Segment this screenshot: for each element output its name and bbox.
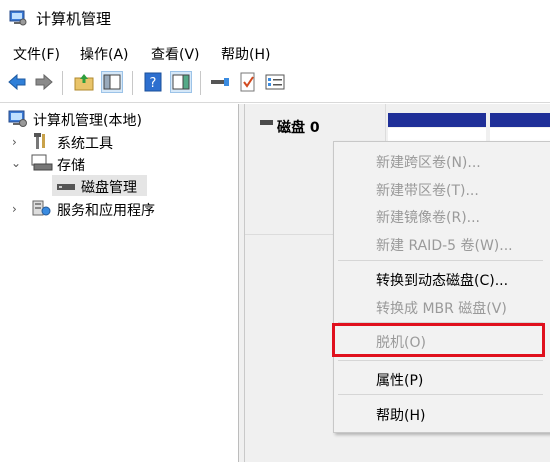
toolbar-separator [132, 71, 133, 95]
menu-item-convert-to-dynamic[interactable]: 转换到动态磁盘(C)... [376, 270, 508, 290]
menu-item-new-mirrored-volume: 新建镜像卷(R)... [376, 210, 481, 226]
connect-icon[interactable] [209, 71, 231, 93]
tree-item-system-tools[interactable]: 系统工具 [57, 133, 113, 153]
action-pane-icon[interactable] [170, 71, 192, 93]
disk-management-icon [56, 180, 76, 190]
menu-separator [338, 260, 543, 261]
tree-item-disk-management[interactable]: 磁盘管理 [81, 177, 137, 197]
highlight-box [332, 323, 545, 357]
chevron-down-icon[interactable]: ⌄ [11, 156, 21, 170]
menu-view[interactable]: 查看(V) [151, 44, 200, 64]
tree-item-services-applications[interactable]: 服务和应用程序 [57, 200, 155, 220]
disk-icon [260, 120, 273, 125]
tree-root-label[interactable]: 计算机管理(本地) [33, 110, 142, 130]
toolbar-separator [200, 71, 201, 95]
menu-separator [338, 394, 543, 395]
volume-header [490, 113, 550, 127]
back-arrow-icon[interactable] [6, 71, 28, 93]
up-folder-icon[interactable] [73, 71, 95, 93]
menu-item-new-raid5-volume: 新建 RAID-5 卷(W)... [376, 238, 513, 254]
computer-management-icon [8, 110, 28, 128]
menu-item-new-striped-volume: 新建带区卷(T)... [376, 183, 479, 199]
system-tools-icon [32, 132, 50, 150]
menu-item-properties[interactable]: 属性(P) [376, 370, 423, 390]
computer-management-icon [9, 10, 27, 26]
chevron-right-icon[interactable]: › [12, 202, 17, 216]
menu-help[interactable]: 帮助(H) [221, 44, 270, 64]
svg-text:?: ? [150, 76, 157, 91]
properties-icon[interactable] [264, 71, 286, 93]
checklist-icon[interactable] [237, 71, 259, 93]
menu-item-new-spanned-volume: 新建跨区卷(N)... [376, 155, 481, 171]
menu-file[interactable]: 文件(F) [13, 44, 60, 64]
menu-item-convert-to-mbr: 转换成 MBR 磁盘(V) [376, 301, 507, 317]
toolbar-separator [62, 71, 63, 95]
window-title: 计算机管理 [36, 10, 112, 28]
chevron-right-icon[interactable]: › [12, 135, 17, 149]
help-icon[interactable]: ? [142, 71, 164, 93]
disk-label: 磁盘 0 [277, 120, 320, 136]
storage-icon [31, 154, 53, 172]
menu-separator [338, 360, 543, 361]
menu-action[interactable]: 操作(A) [80, 44, 129, 64]
services-applications-icon [32, 199, 52, 217]
volume-header [388, 113, 486, 127]
forward-arrow-icon[interactable] [33, 71, 55, 93]
menu-item-help[interactable]: 帮助(H) [376, 405, 425, 425]
tree-item-storage[interactable]: 存储 [57, 155, 85, 175]
show-hide-tree-icon[interactable] [101, 71, 123, 93]
